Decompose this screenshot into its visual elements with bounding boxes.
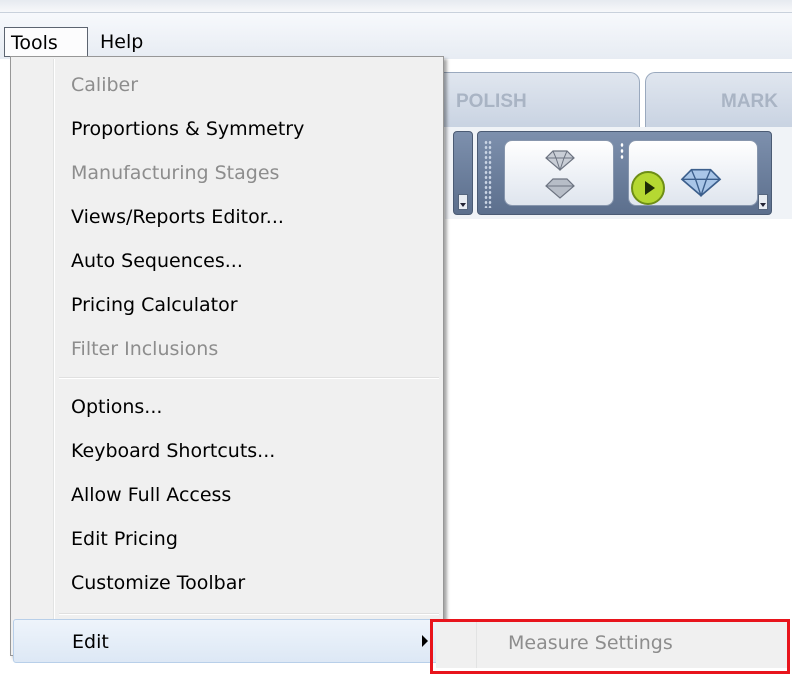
annotation-highlight-box — [430, 619, 790, 674]
play-icon — [631, 171, 665, 205]
toolbar-grip[interactable] — [484, 140, 492, 208]
window-top-strip — [0, 0, 792, 12]
menu-item-auto-sequences[interactable]: Auto Sequences... — [13, 239, 441, 283]
diamond-bottom-icon — [545, 178, 575, 199]
menu-item-manufacturing-stages[interactable]: Manufacturing Stages — [13, 151, 441, 195]
play-sequence-button[interactable] — [628, 140, 758, 206]
diamond-blue-icon — [680, 168, 722, 197]
tab-polish[interactable]: POLISH — [425, 72, 640, 127]
tools-menu: Caliber Proportions & Symmetry Manufactu… — [10, 56, 444, 663]
menu-item-allow-full-access[interactable]: Allow Full Access — [13, 473, 441, 517]
menu-separator — [59, 377, 439, 379]
menu-separator-2 — [59, 613, 439, 615]
menu-item-pricing-calculator[interactable]: Pricing Calculator — [13, 283, 441, 327]
menu-help[interactable]: Help — [94, 27, 174, 57]
stone-view-button[interactable] — [504, 140, 614, 206]
menu-tools[interactable]: Tools — [4, 27, 88, 57]
toolbar-dropdown-arrow[interactable] — [458, 194, 468, 210]
menu-item-views-reports-editor[interactable]: Views/Reports Editor... — [13, 195, 441, 239]
tab-mark[interactable]: MARK — [645, 72, 792, 127]
submenu-arrow-icon — [422, 635, 428, 647]
menu-item-keyboard-shortcuts[interactable]: Keyboard Shortcuts... — [13, 429, 441, 473]
toolbar-dropdown-arrow-2[interactable] — [758, 194, 768, 210]
menu-bar: Tools Help — [0, 12, 792, 59]
menu-item-customize-toolbar[interactable]: Customize Toolbar — [13, 561, 441, 605]
diamond-top-icon — [545, 150, 575, 171]
menu-item-edit[interactable]: Edit — [13, 619, 441, 663]
toolbar-group-stones — [477, 131, 772, 215]
menu-item-proportions-symmetry[interactable]: Proportions & Symmetry — [13, 107, 441, 151]
menu-item-options[interactable]: Options... — [13, 385, 441, 429]
toolbar-separator-dots — [620, 142, 624, 160]
toolbar — [445, 127, 792, 219]
menu-item-caliber[interactable]: Caliber — [13, 63, 441, 107]
toolbar-group-left — [453, 131, 473, 215]
menu-item-filter-inclusions[interactable]: Filter Inclusions — [13, 327, 441, 371]
menu-item-edit-label: Edit — [72, 631, 109, 653]
stage-tabs: POLISH MARK — [425, 72, 792, 127]
menu-item-edit-pricing[interactable]: Edit Pricing — [13, 517, 441, 561]
